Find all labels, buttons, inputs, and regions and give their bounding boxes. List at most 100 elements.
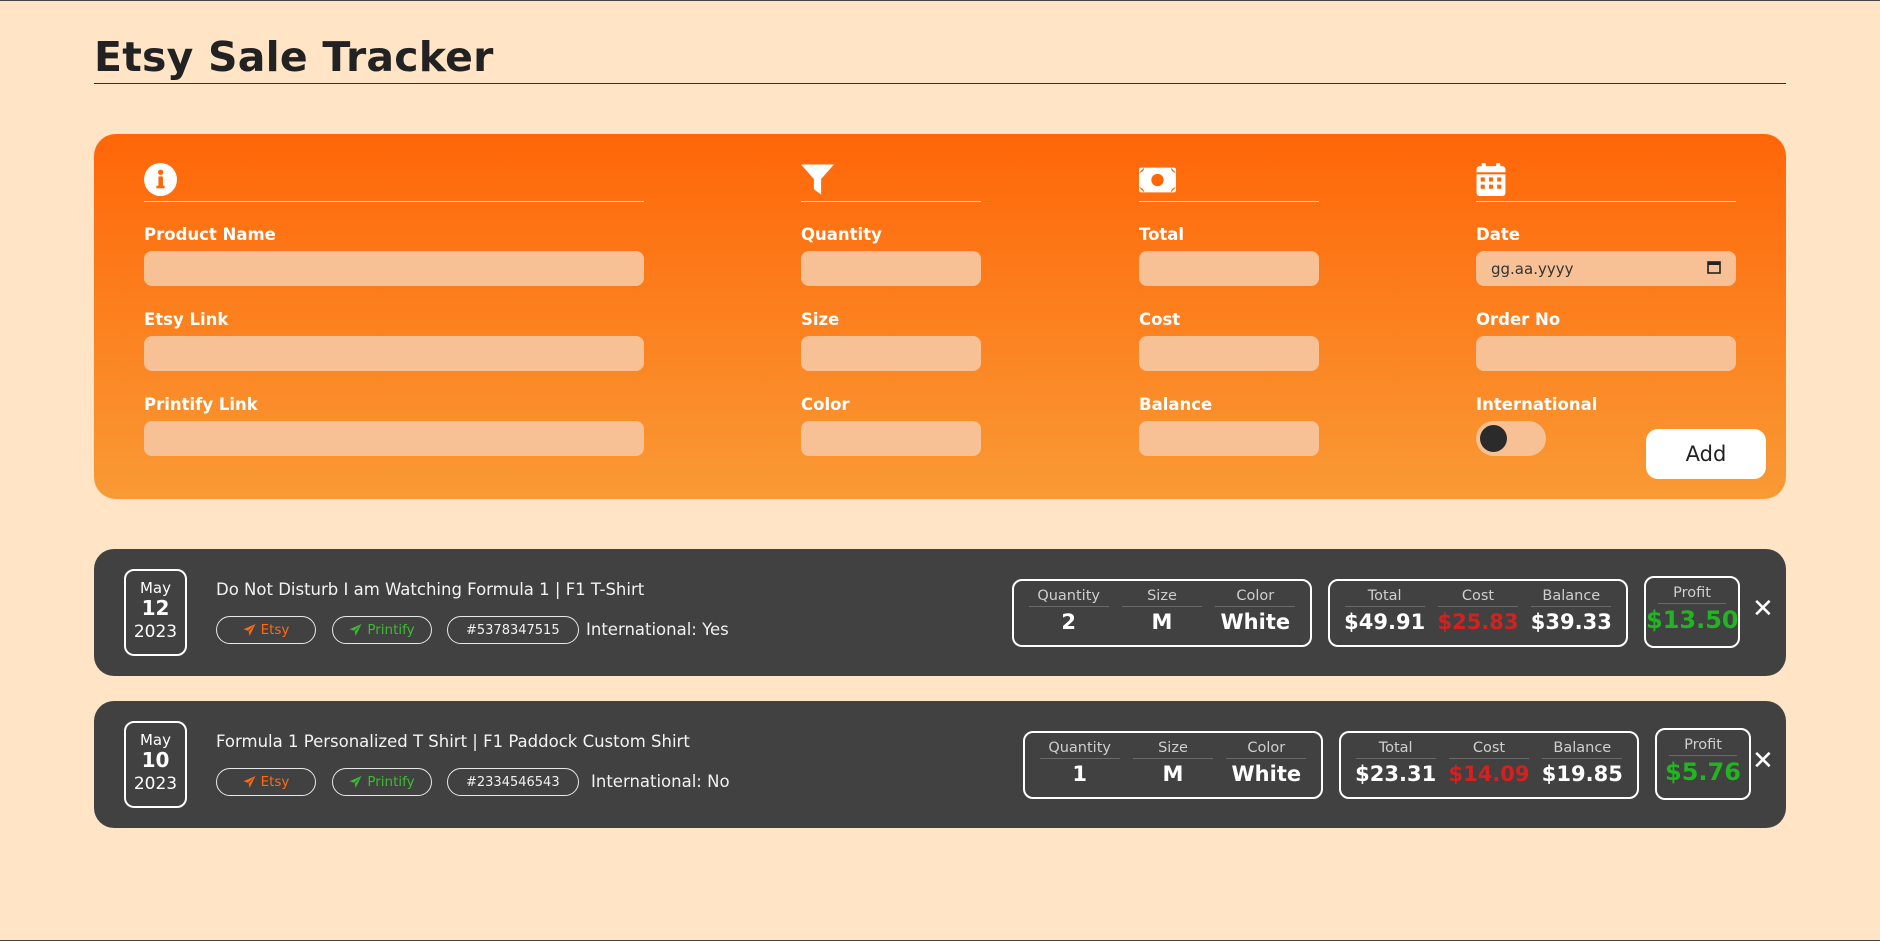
item-details-box: Quantity 2 Size M Color White xyxy=(1012,579,1312,647)
sale-date: May 12 2023 xyxy=(124,569,187,656)
sale-day: 12 xyxy=(141,596,170,620)
quantity-input[interactable] xyxy=(801,251,981,286)
money-divider xyxy=(1139,201,1319,202)
stat-label: Size xyxy=(1132,740,1213,759)
printify-link-label: Printify Link xyxy=(144,395,258,414)
send-icon xyxy=(243,624,256,636)
sale-month: May xyxy=(139,579,171,597)
printify-link-input[interactable] xyxy=(144,421,644,456)
profit-value: $5.76 xyxy=(1665,758,1741,786)
etsy-link-label: Etsy xyxy=(260,774,290,790)
sale-card: May 12 2023 Do Not Disturb I am Watching… xyxy=(94,549,1786,676)
printify-link-label: Printify xyxy=(367,622,415,638)
quantity-stat: Quantity 1 xyxy=(1033,733,1126,797)
color-input[interactable] xyxy=(801,421,981,456)
stat-label: Total xyxy=(1355,740,1436,759)
stat-label: Balance xyxy=(1542,740,1623,759)
product-name: Do Not Disturb I am Watching Formula 1 |… xyxy=(216,580,645,599)
etsy-link-button[interactable]: Etsy xyxy=(216,616,316,644)
date-label: Date xyxy=(1476,225,1520,244)
stat-value: $49.91 xyxy=(1344,610,1426,634)
balance-stat: Balance $39.33 xyxy=(1525,581,1618,645)
product-name-label: Product Name xyxy=(144,225,276,244)
send-icon xyxy=(349,776,362,788)
international-status: International: No xyxy=(591,772,730,791)
cost-stat: Cost $14.09 xyxy=(1442,733,1535,797)
stat-label: Cost xyxy=(1437,588,1518,607)
etsy-link-input[interactable] xyxy=(144,336,644,371)
color-label: Color xyxy=(801,395,850,414)
total-label: Total xyxy=(1139,225,1185,244)
delete-sale-button[interactable]: ✕ xyxy=(1752,748,1774,774)
profit-box: Profit $5.76 xyxy=(1655,728,1751,800)
color-stat: Color White xyxy=(1220,733,1313,797)
balance-stat: Balance $19.85 xyxy=(1536,733,1629,797)
info-icon xyxy=(144,162,644,197)
date-placeholder: gg.aa.yyyy xyxy=(1491,259,1574,278)
calendar-picker-icon[interactable] xyxy=(1707,260,1721,278)
stat-value: $39.33 xyxy=(1530,610,1612,634)
size-label: Size xyxy=(801,310,840,329)
quantity-stat: Quantity 2 xyxy=(1022,581,1115,645)
stat-label: Size xyxy=(1121,588,1202,607)
stat-value: $14.09 xyxy=(1448,762,1530,786)
color-stat: Color White xyxy=(1209,581,1302,645)
send-icon xyxy=(243,776,256,788)
printify-link-button[interactable]: Printify xyxy=(332,768,432,796)
order-number-badge: #2334546543 xyxy=(447,768,579,796)
printify-link-button[interactable]: Printify xyxy=(332,616,432,644)
sale-year: 2023 xyxy=(133,622,178,642)
stat-value: $25.83 xyxy=(1437,610,1519,634)
international-toggle[interactable] xyxy=(1476,421,1546,456)
balance-label: Balance xyxy=(1139,395,1213,414)
order-divider xyxy=(1476,201,1736,202)
profit-box: Profit $13.50 xyxy=(1644,576,1740,648)
stat-value: White xyxy=(1220,610,1291,634)
date-input[interactable]: gg.aa.yyyy xyxy=(1476,251,1736,286)
toggle-knob xyxy=(1480,425,1507,452)
size-stat: Size M xyxy=(1126,733,1219,797)
calendar-icon xyxy=(1476,162,1736,197)
delete-sale-button[interactable]: ✕ xyxy=(1752,596,1774,622)
stat-label: Balance xyxy=(1531,588,1612,607)
product-name-input[interactable] xyxy=(144,251,644,286)
money-details-box: Total $49.91 Cost $25.83 Balance $39.33 xyxy=(1328,579,1628,647)
order-no-input[interactable] xyxy=(1476,336,1736,371)
size-input[interactable] xyxy=(801,336,981,371)
add-button[interactable]: Add xyxy=(1646,429,1766,479)
profit-label: Profit xyxy=(1658,585,1726,604)
stat-value: 1 xyxy=(1072,762,1087,786)
info-column: Product Name Etsy Link Printify Link xyxy=(144,162,644,479)
sale-card: May 10 2023 Formula 1 Personalized T Shi… xyxy=(94,701,1786,828)
total-stat: Total $49.91 xyxy=(1338,581,1431,645)
filter-icon xyxy=(801,162,981,197)
send-icon xyxy=(349,624,362,636)
profit-label: Profit xyxy=(1669,737,1737,756)
balance-input[interactable] xyxy=(1139,421,1319,456)
sale-year: 2023 xyxy=(133,774,178,794)
international-label: International xyxy=(1476,395,1598,414)
stat-value: M xyxy=(1151,610,1173,634)
stat-label: Total xyxy=(1344,588,1425,607)
cost-input[interactable] xyxy=(1139,336,1319,371)
stat-label: Quantity xyxy=(1039,740,1120,759)
stat-value: M xyxy=(1162,762,1184,786)
sale-month: May xyxy=(139,731,171,749)
stat-label: Color xyxy=(1215,588,1296,607)
stat-label: Cost xyxy=(1448,740,1529,759)
size-stat: Size M xyxy=(1115,581,1208,645)
sale-entry-form: Product Name Etsy Link Printify Link Qua… xyxy=(94,134,1786,499)
stat-value: White xyxy=(1231,762,1302,786)
order-no-label: Order No xyxy=(1476,310,1561,329)
stat-value: $19.85 xyxy=(1541,762,1623,786)
sale-day: 10 xyxy=(141,748,170,772)
page-title: Etsy Sale Tracker xyxy=(94,33,494,81)
total-input[interactable] xyxy=(1139,251,1319,286)
item-details-box: Quantity 1 Size M Color White xyxy=(1023,731,1323,799)
info-divider xyxy=(144,201,644,202)
quantity-label: Quantity xyxy=(801,225,882,244)
etsy-link-button[interactable]: Etsy xyxy=(216,768,316,796)
money-column: Total Cost Balance xyxy=(1139,162,1319,479)
etsy-link-label: Etsy Link xyxy=(144,310,229,329)
money-details-box: Total $23.31 Cost $14.09 Balance $19.85 xyxy=(1339,731,1639,799)
